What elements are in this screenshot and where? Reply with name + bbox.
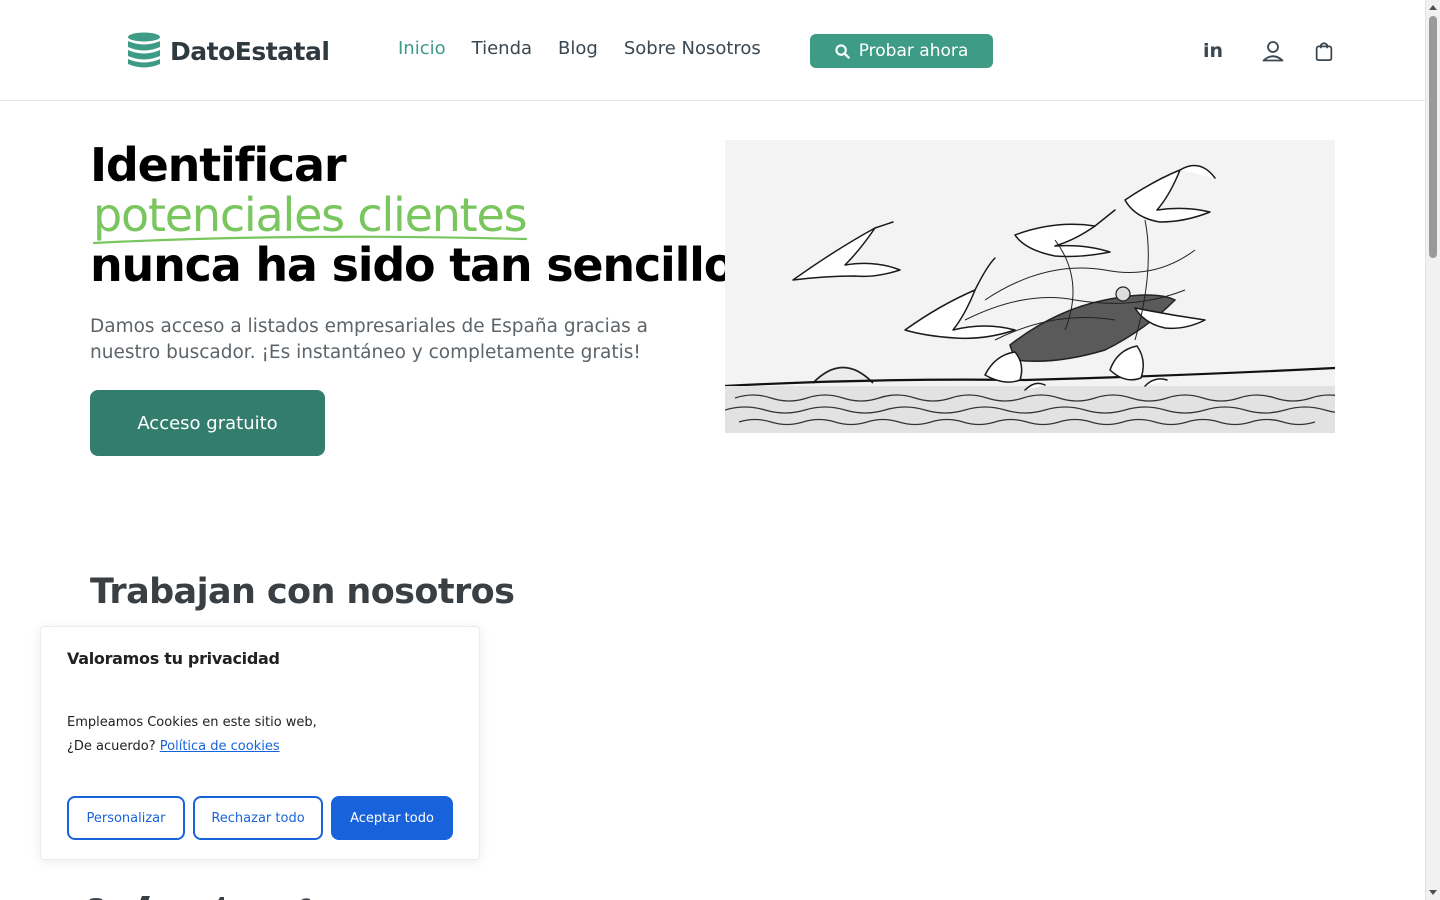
partial-heading-below-fold: [90, 886, 330, 900]
partners-title: Trabajan con nosotros: [90, 572, 515, 612]
accept-all-button[interactable]: Aceptar todo: [331, 796, 453, 840]
hero-illustration: [725, 140, 1335, 433]
try-now-button[interactable]: Probar ahora: [810, 34, 993, 68]
scroll-thumb[interactable]: [1429, 16, 1437, 258]
nav-item-inicio[interactable]: Inicio: [398, 38, 446, 59]
database-icon: [128, 32, 160, 68]
cookie-banner-title: Valoramos tu privacidad: [67, 649, 280, 668]
free-access-button[interactable]: Acceso gratuito: [90, 390, 325, 456]
nav-item-sobre-nosotros[interactable]: Sobre Nosotros: [624, 38, 761, 59]
try-now-label: Probar ahora: [858, 41, 969, 61]
cart-icon[interactable]: [1311, 38, 1337, 64]
scroll-up-arrow[interactable]: [1429, 5, 1437, 10]
hero-title-line-3: nunca ha sido tan sencillo: [90, 238, 735, 292]
site-header: DatoEstatal Inicio Tienda Blog Sobre Nos…: [0, 0, 1425, 101]
logo[interactable]: DatoEstatal: [126, 32, 330, 70]
hero-title-line-1: Identificar: [90, 138, 347, 192]
hero-title-highlight: potenciales clientes: [90, 190, 528, 245]
cookie-consent-banner: Valoramos tu privacidad Empleamos Cookie…: [40, 626, 480, 860]
hero-title: Identificar potenciales clientes nunca h…: [90, 138, 735, 292]
main-nav: Inicio Tienda Blog Sobre Nosotros: [398, 38, 787, 59]
user-icon: [1262, 41, 1284, 62]
reject-all-button[interactable]: Rechazar todo: [193, 796, 323, 840]
search-icon: [835, 43, 850, 59]
cookie-banner-text: Empleamos Cookies en este sitio web, ¿De…: [67, 711, 337, 759]
page-scrollbar[interactable]: [1425, 0, 1440, 900]
hero-subtitle: Damos acceso a listados empresariales de…: [90, 316, 649, 363]
linkedin-icon[interactable]: in: [1200, 38, 1226, 64]
account-icon[interactable]: [1260, 38, 1286, 64]
shopping-bag-icon: [1315, 42, 1333, 62]
logo-text: DatoEstatal: [170, 36, 330, 66]
nav-item-tienda[interactable]: Tienda: [472, 38, 532, 59]
scroll-down-arrow[interactable]: [1429, 890, 1437, 895]
birds-sea-illustration: [725, 140, 1335, 433]
hero-title-line-2: potenciales clientes: [90, 190, 734, 245]
cookie-policy-link[interactable]: Política de cookies: [160, 739, 280, 754]
highlight-underline: [92, 235, 528, 245]
nav-item-blog[interactable]: Blog: [558, 38, 598, 59]
customize-cookies-button[interactable]: Personalizar: [67, 796, 185, 840]
